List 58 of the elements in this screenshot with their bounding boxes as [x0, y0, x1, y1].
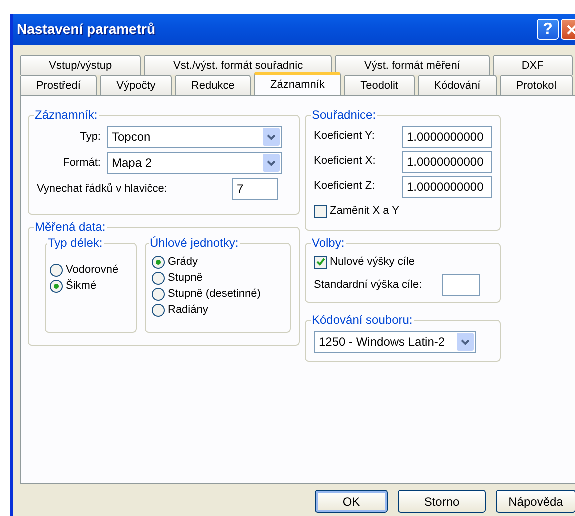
tab[interactable]: Protokol — [500, 75, 573, 95]
checkbox-label: Zaměnit X a Y — [330, 204, 400, 220]
tab[interactable]: Teodolit — [344, 75, 415, 95]
group-title: Záznamník: — [34, 108, 99, 122]
group-title: Volby: — [311, 236, 346, 250]
text-field[interactable] — [442, 274, 480, 296]
radio-label: Stupně — [168, 270, 203, 286]
text-field[interactable]: 7 — [232, 178, 278, 200]
group-title: Souřadnice: — [311, 108, 378, 122]
radio-button[interactable] — [152, 256, 165, 268]
tab[interactable]: Prostředí — [20, 75, 98, 95]
field-label: Vynechat řádků v hlavičce: — [37, 182, 168, 197]
field-label: Koeficient Z: — [314, 179, 376, 194]
chevron-down-icon — [267, 134, 276, 140]
checkbox-label: Nulové výšky cíle — [330, 254, 415, 270]
dialog-button[interactable]: Nápověda — [496, 490, 575, 513]
field-label: Typ: — [79, 130, 102, 145]
checkbox[interactable] — [314, 256, 327, 268]
group-title: Typ délek: — [47, 236, 104, 250]
radio-label: Vodorovné — [66, 262, 119, 278]
radio-button[interactable] — [50, 264, 63, 276]
field-label: Formát: — [62, 156, 102, 171]
help-button[interactable]: ? — [537, 19, 559, 40]
close-icon — [566, 24, 575, 36]
tab[interactable]: Záznamník — [254, 72, 342, 95]
dropdown[interactable]: 1250 - Windows Latin-2 — [314, 331, 476, 353]
checkbox[interactable] — [314, 205, 327, 218]
radio-label: Radiány — [168, 302, 208, 318]
field-label: Koeficient Y: — [314, 129, 376, 144]
radio-label: Šikmé — [66, 278, 97, 294]
field-label: Standardní výška cíle: — [314, 278, 424, 293]
text-field[interactable]: 1.0000000000 — [402, 176, 492, 198]
tab[interactable]: Redukce — [175, 75, 252, 95]
group-title: Měřená data: — [34, 220, 107, 234]
tab[interactable]: Vstup/výstup — [20, 55, 142, 75]
tab[interactable]: DXF — [492, 55, 574, 75]
tab[interactable]: Vst./výst. formát souřadnic — [144, 55, 332, 75]
text-field[interactable]: 1.0000000000 — [402, 150, 492, 172]
dialog-button[interactable]: Storno — [398, 490, 486, 513]
dropdown[interactable]: Topcon — [107, 126, 282, 148]
dialog-button[interactable]: OK — [315, 490, 388, 513]
dropdown[interactable]: Mapa 2 — [107, 152, 282, 174]
tab[interactable]: Kódování — [418, 75, 497, 95]
tab[interactable]: Výpočty — [100, 75, 172, 95]
radio-button[interactable] — [152, 304, 165, 316]
window-title: Nastavení parametrů — [17, 20, 157, 39]
radio-button[interactable] — [152, 272, 165, 284]
group-title: Úhlové jednotky: — [149, 236, 240, 250]
radio-button[interactable] — [152, 288, 165, 300]
text-field[interactable]: 1.0000000000 — [402, 126, 492, 148]
chevron-down-icon — [461, 338, 470, 346]
chevron-down-icon — [267, 160, 276, 166]
radio-button[interactable] — [50, 280, 63, 292]
radio-label: Stupně (desetinné) — [168, 286, 261, 302]
group-title: Kódování souboru: — [311, 313, 414, 327]
field-label: Koeficient X: — [314, 154, 377, 170]
tab[interactable]: Výst. formát měření — [335, 55, 490, 75]
radio-label: Grády — [168, 254, 198, 270]
